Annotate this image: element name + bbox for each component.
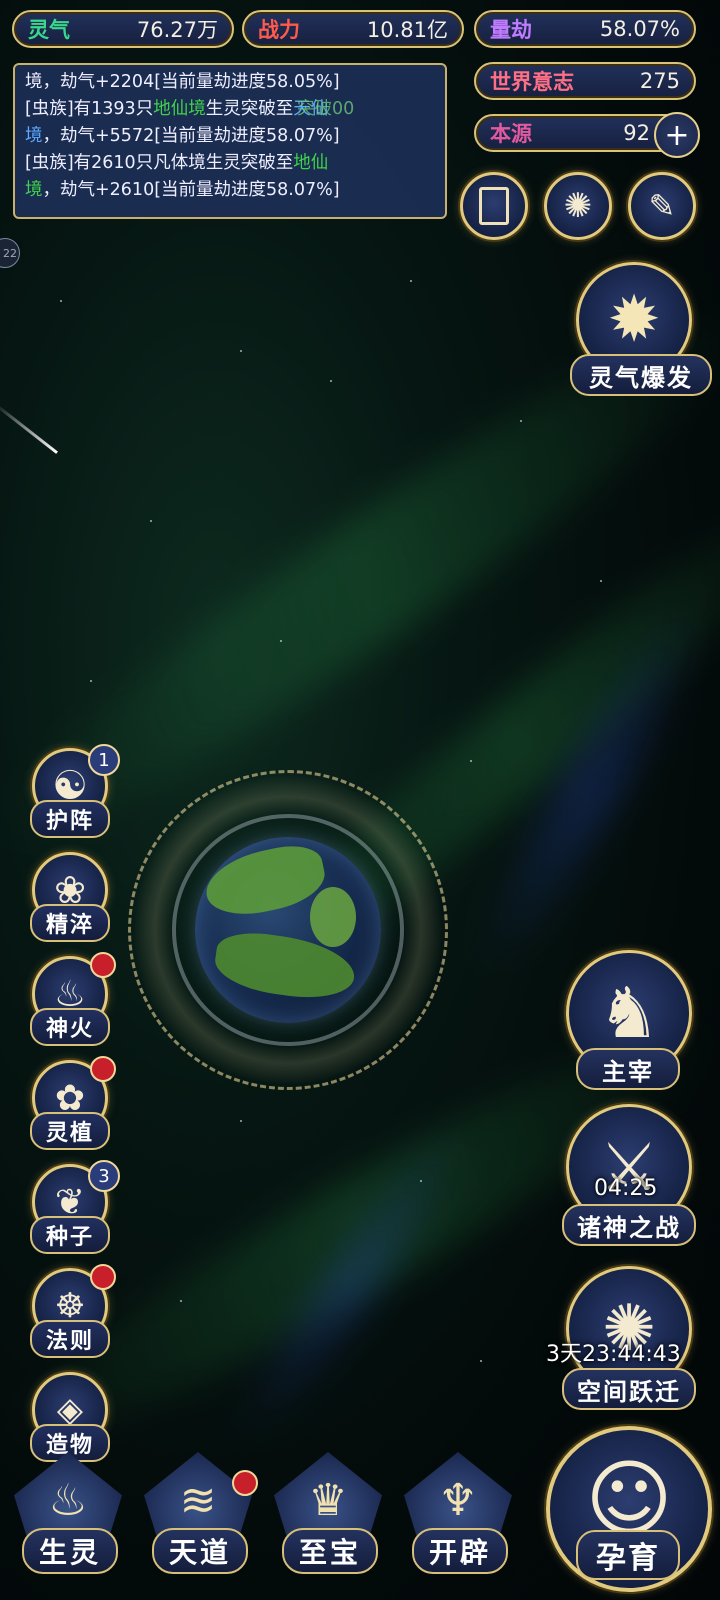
jingcui-label[interactable]: 精淬 [30,904,110,942]
star [520,420,522,422]
faze-dot [90,1264,116,1290]
side-tab-label: 22 [3,246,17,260]
benyuan-label: 本源 [490,121,532,146]
zhushen-timer: 04:25 [594,1176,658,1201]
liangjie-label: 量劫 [490,17,532,42]
log-text: 生灵突破至 [205,99,294,119]
log-line: 境，劫气+2610[当前量劫进度58.07%] [25,177,435,204]
benyuan-value: 92 [623,121,650,145]
realm-text: 境 [25,180,43,200]
log-line: [虫族]有1393只地仙境生灵突破至天仙 突破00 [25,96,435,123]
huzhen-label[interactable]: 护阵 [30,800,110,838]
scroll-button[interactable]: ✎ [628,172,696,240]
flame-crest-icon: ♆ [438,1474,478,1526]
zhuzai-label[interactable]: 主宰 [576,1048,680,1090]
card-icon [479,187,509,225]
star [410,280,412,282]
star [180,1300,182,1302]
zhongzi-badge: 3 [88,1160,120,1192]
zhanli-label: 战力 [258,17,300,42]
wave-icon: ≋ [179,1474,217,1526]
star [330,380,332,382]
liangjie-stat[interactable]: 量劫 58.07% [474,10,696,48]
world-will-stat[interactable]: 世界意志 275 [474,62,696,100]
star [280,640,282,642]
zhanli-value: 10.81亿 [366,18,448,42]
zhibao-label[interactable]: 至宝 [282,1528,378,1574]
lingzhi-label[interactable]: 灵植 [30,1112,110,1150]
zhanli-stat[interactable]: 战力 10.81亿 [242,10,464,48]
side-tab[interactable]: 22 [0,238,20,268]
log-line: [虫族]有2610只凡体境生灵突破至地仙 [25,150,435,177]
log-line: 境，劫气+2204[当前量劫进度58.05%] [25,69,435,96]
shenhuo-dot [90,952,116,978]
liangjie-value: 58.07% [599,17,680,41]
burst-label-text: 灵气爆发 [589,362,693,392]
log-line: 境，劫气+5572[当前量劫进度58.07%] [25,123,435,150]
realm-text: 地仙 [293,153,329,173]
log-text: [虫族]有1393只 [25,99,154,119]
tiandao-label[interactable]: 天道 [152,1528,248,1574]
shooting-star [0,402,58,454]
add-benyuan-button[interactable]: + [654,112,700,158]
log-text: ，劫气+5572[当前量劫进度58.07%] [42,126,340,146]
kongjian-timer: 3天23:44:43 [546,1342,681,1367]
tiandao-dot [232,1470,258,1496]
lingqi-value: 76.27万 [136,18,218,42]
lingqi-label: 灵气 [28,17,70,42]
kaipi-label[interactable]: 开辟 [412,1528,508,1574]
card-button[interactable] [460,172,528,240]
world-will-value: 275 [639,69,680,93]
dragon-icon: ♞ [597,972,661,1054]
burst-icon: ✹ [607,283,661,357]
log-text: ，劫气+2610[当前量劫进度58.07%] [42,180,340,200]
event-log: 境，劫气+2204[当前量劫进度58.05%] [虫族]有1393只地仙境生灵突… [13,63,447,219]
realm-text: 境 [25,126,43,146]
main-action-label[interactable]: 孕育 [576,1530,680,1580]
faze-label[interactable]: 法则 [30,1320,110,1358]
zhongzi-label[interactable]: 种子 [30,1216,110,1254]
star [90,680,92,682]
star [240,1120,242,1122]
world-will-label: 世界意志 [490,69,574,94]
star [240,350,242,352]
treasure-icon: ♛ [308,1474,348,1526]
realm-text: 地仙境 [153,99,206,119]
continent [310,887,356,947]
vortex-icon: ✺ [563,186,593,226]
log-overlay-text: 突破00 [297,99,355,119]
star [420,1180,422,1182]
plus-icon: + [664,117,690,153]
lingzhi-dot [90,1056,116,1082]
shengling-label[interactable]: 生灵 [22,1528,118,1574]
phoenix-icon: ♨ [48,1474,88,1526]
log-text: [虫族]有2610只凡体境生灵突破至 [25,153,294,173]
star [480,1360,482,1362]
shenhuo-label[interactable]: 神火 [30,1008,110,1046]
star [150,520,152,522]
vortex-button[interactable]: ✺ [544,172,612,240]
star [600,580,602,582]
log-text: 境，劫气+2204[当前量劫进度58.05%] [25,72,340,92]
zhushen-label[interactable]: 诸神之战 [562,1204,696,1246]
scroll-icon: ✎ [648,187,676,225]
planet[interactable] [195,837,381,1023]
benyuan-stat[interactable]: 本源 92 + [474,112,700,158]
huzhen-badge: 1 [88,744,120,776]
star [470,760,472,762]
burst-label[interactable]: 灵气爆发 [570,354,712,396]
lingqi-stat[interactable]: 灵气 76.27万 [12,10,234,48]
star [60,300,62,302]
kongjian-label[interactable]: 空间跃迁 [562,1368,696,1410]
